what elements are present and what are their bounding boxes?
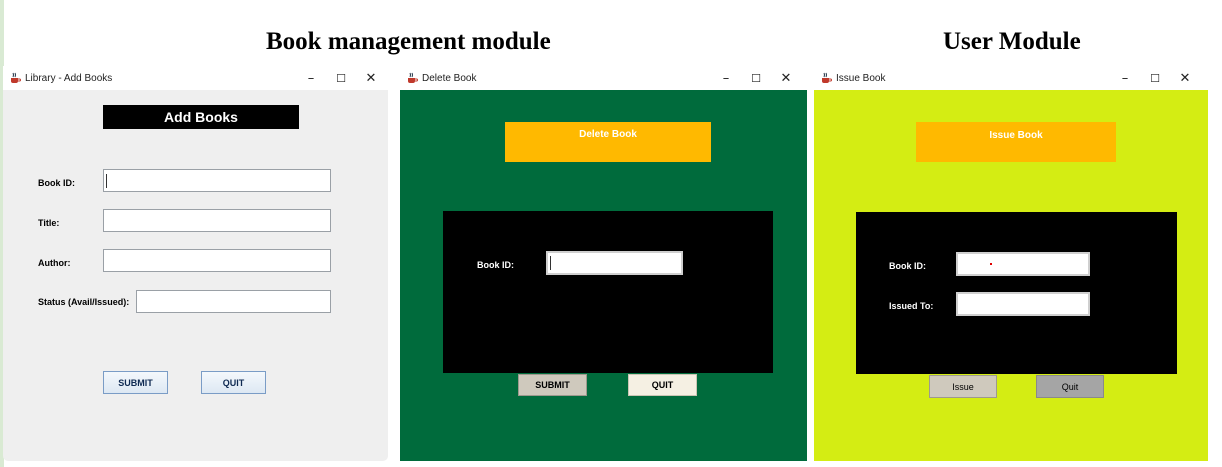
java-cup-icon	[406, 72, 418, 84]
title-field[interactable]	[103, 209, 331, 232]
maximize-button[interactable]: ☐	[326, 66, 356, 90]
author-field[interactable]	[103, 249, 331, 272]
book-id-field[interactable]	[956, 252, 1090, 276]
add-books-heading-text: Add Books	[164, 109, 238, 125]
title-label: Title:	[38, 218, 60, 228]
book-id-field[interactable]	[546, 251, 683, 275]
maximize-button[interactable]: ☐	[741, 66, 771, 90]
quit-button[interactable]: Quit	[1036, 375, 1104, 398]
java-cup-icon	[9, 72, 21, 84]
status-field[interactable]	[136, 290, 331, 313]
issue-book-heading: Issue Book	[916, 122, 1116, 162]
book-id-field[interactable]	[103, 169, 331, 192]
text-caret	[106, 174, 107, 188]
issue-book-heading-text: Issue Book	[989, 130, 1043, 141]
quit-button[interactable]: QUIT	[201, 371, 266, 394]
delete-book-heading: Delete Book	[505, 122, 711, 162]
add-books-heading: Add Books	[103, 105, 299, 129]
cursor-dot	[990, 263, 992, 265]
issue-button[interactable]: Issue	[929, 375, 997, 398]
window-title: Issue Book	[836, 72, 886, 84]
delete-book-panel: Book ID:	[443, 211, 773, 373]
minimize-button[interactable]: –	[296, 66, 326, 90]
java-cup-icon	[820, 72, 832, 84]
status-label: Status (Avail/Issued):	[38, 297, 130, 307]
submit-button[interactable]: SUBMIT	[518, 374, 587, 396]
close-button[interactable]: ✕	[356, 66, 386, 90]
text-caret	[550, 256, 551, 270]
add-books-content: Add Books Book ID: Title: Author: Status…	[3, 90, 388, 461]
minimize-button[interactable]: –	[1110, 66, 1140, 90]
caption-user-module: User Module	[943, 28, 1081, 55]
delete-book-titlebar[interactable]: Delete Book – ☐ ✕	[400, 66, 807, 90]
close-button[interactable]: ✕	[771, 66, 801, 90]
caption-book-management: Book management module	[266, 28, 551, 55]
add-books-window: Library - Add Books – ☐ ✕ Add Books Book…	[3, 66, 388, 461]
maximize-button[interactable]: ☐	[1140, 66, 1170, 90]
quit-button[interactable]: QUIT	[628, 374, 697, 396]
submit-button[interactable]: SUBMIT	[103, 371, 168, 394]
book-id-label: Book ID:	[889, 261, 926, 271]
book-id-label: Book ID:	[477, 260, 514, 270]
close-button[interactable]: ✕	[1170, 66, 1200, 90]
delete-book-content: Delete Book Book ID: SUBMIT QUIT	[400, 90, 807, 461]
window-title: Library - Add Books	[25, 72, 113, 84]
issue-book-window: Issue Book – ☐ ✕ Issue Book Book ID: Iss…	[814, 66, 1208, 461]
delete-book-heading-text: Delete Book	[579, 129, 637, 140]
issue-book-panel: Book ID: Issued To:	[856, 212, 1177, 374]
author-label: Author:	[38, 258, 71, 268]
delete-book-window: Delete Book – ☐ ✕ Delete Book Book ID: S…	[400, 66, 807, 461]
window-title: Delete Book	[422, 72, 477, 84]
issue-book-titlebar[interactable]: Issue Book – ☐ ✕	[814, 66, 1208, 90]
add-books-titlebar[interactable]: Library - Add Books – ☐ ✕	[3, 66, 388, 90]
issued-to-field[interactable]	[956, 292, 1090, 316]
issued-to-label: Issued To:	[889, 301, 934, 311]
book-id-label: Book ID:	[38, 178, 75, 188]
issue-book-content: Issue Book Book ID: Issued To: Issue Qui…	[814, 90, 1208, 461]
minimize-button[interactable]: –	[711, 66, 741, 90]
